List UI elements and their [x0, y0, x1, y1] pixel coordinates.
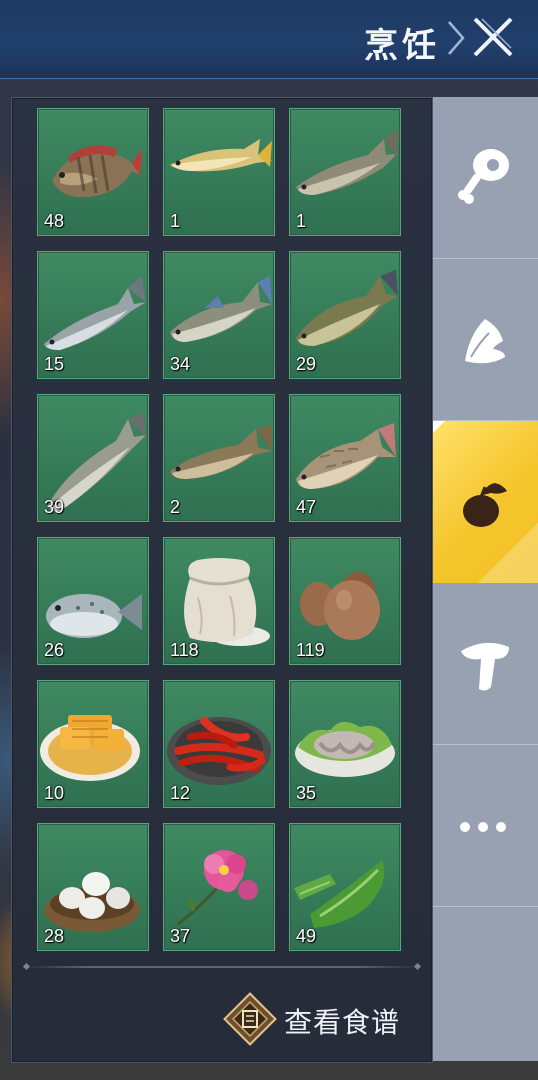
ingredient-slot[interactable]: 29 [289, 251, 401, 379]
item-count: 29 [296, 354, 317, 374]
slim-gray-fish-icon [296, 129, 398, 195]
item-count: 2 [170, 497, 181, 517]
tab-mushroom[interactable] [433, 583, 538, 745]
category-tabs [433, 97, 538, 1061]
fruit-nut-icon [463, 483, 507, 527]
item-count: 39 [44, 497, 65, 517]
panel-divider [22, 962, 422, 971]
ingredient-slot[interactable]: 48 [37, 108, 149, 236]
ingredient-slot[interactable]: 35 [289, 680, 401, 808]
more-icon [460, 822, 506, 832]
item-count: 10 [44, 783, 65, 803]
ingredient-slot[interactable]: 12 [163, 680, 275, 808]
ingredient-slot[interactable]: 37 [163, 823, 275, 951]
item-count: 49 [296, 926, 317, 946]
item-count: 48 [44, 211, 65, 231]
view-recipes-label: 查看食谱 [284, 1006, 401, 1039]
ingredient-slot[interactable]: 49 [289, 823, 401, 951]
tab-more[interactable] [433, 745, 538, 907]
item-count: 119 [296, 640, 325, 660]
ingredient-slot[interactable]: 1 [289, 108, 401, 236]
item-count: 12 [170, 783, 191, 803]
ingredient-slot[interactable]: 119 [289, 537, 401, 665]
tab-vegetable[interactable] [433, 259, 538, 421]
item-count: 47 [296, 497, 317, 517]
item-count: 34 [170, 354, 191, 374]
mushroom-icon [461, 642, 509, 691]
leafy-vegetable-icon [465, 319, 505, 364]
tab-fruit[interactable] [433, 421, 538, 583]
item-count: 37 [170, 926, 191, 946]
tab-meat[interactable] [433, 97, 538, 259]
ingredient-slot[interactable]: 10 [37, 680, 149, 808]
item-count: 35 [296, 783, 317, 803]
ingredient-slot[interactable]: 39 [37, 394, 149, 522]
ingredient-slot[interactable]: 47 [289, 394, 401, 522]
top-header: 烹饪 [0, 0, 538, 79]
item-count: 28 [44, 926, 65, 946]
item-count: 15 [44, 354, 65, 374]
ingredient-grid: 48 1 1 15 34 29 39 2 47 26 118 119 10 12… [37, 108, 401, 951]
recipe-book-icon [223, 992, 277, 1046]
ingredient-slot[interactable]: 34 [163, 251, 275, 379]
ingredient-slot[interactable]: 15 [37, 251, 149, 379]
meat-leg-icon [458, 149, 509, 204]
chevron-right-icon [448, 21, 465, 55]
item-count: 1 [170, 211, 181, 231]
ingredient-slot[interactable]: 1 [163, 108, 275, 236]
close-icon[interactable] [470, 14, 516, 60]
item-count: 118 [170, 640, 199, 660]
golden-fish-icon [170, 139, 272, 172]
ingredient-panel: 48 1 1 15 34 29 39 2 47 26 118 119 10 12… [11, 97, 433, 1063]
ingredient-slot[interactable]: 2 [163, 394, 275, 522]
page-title: 烹饪 [364, 26, 440, 66]
ingredient-slot[interactable]: 26 [37, 537, 149, 665]
view-recipes-button[interactable]: 查看食谱 [222, 991, 412, 1046]
brown-fish-icon [170, 425, 272, 479]
ingredient-slot[interactable]: 118 [163, 537, 275, 665]
item-count: 26 [44, 640, 65, 660]
item-count: 1 [296, 211, 307, 231]
ingredient-slot[interactable]: 28 [37, 823, 149, 951]
